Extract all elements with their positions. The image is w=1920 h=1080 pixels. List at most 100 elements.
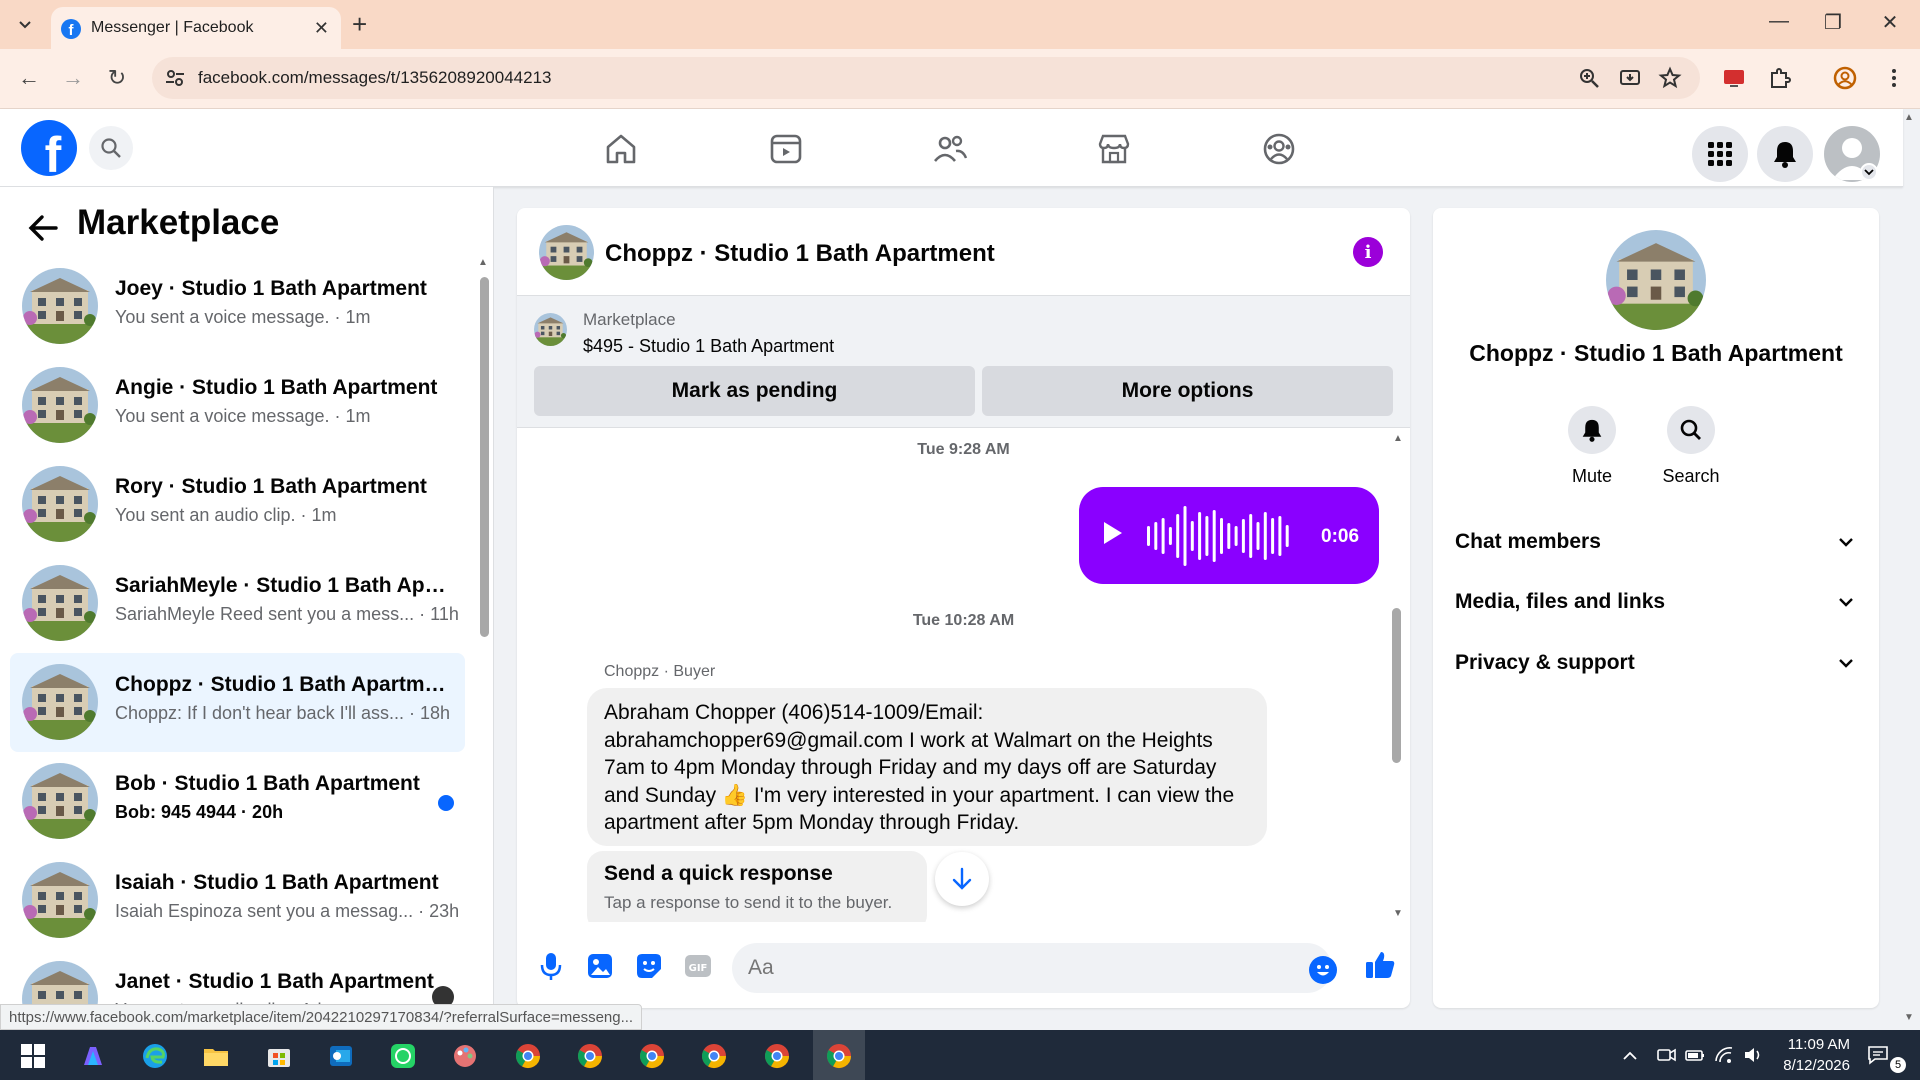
- sidebar-scroll-up-icon[interactable]: ▲: [478, 257, 488, 268]
- chrome-active-icon[interactable]: [824, 1041, 854, 1071]
- back-arrow-icon[interactable]: [26, 211, 60, 245]
- zoom-icon[interactable]: [1577, 66, 1601, 90]
- account-chevron-icon[interactable]: [1860, 163, 1878, 181]
- video-nav[interactable]: [762, 125, 810, 173]
- scroll-to-bottom-button[interactable]: [935, 852, 989, 906]
- install-app-icon[interactable]: [1618, 66, 1642, 90]
- windows-start-icon[interactable]: [18, 1041, 48, 1071]
- mute-button[interactable]: Mute: [1547, 406, 1637, 487]
- battery-icon[interactable]: [1684, 1044, 1706, 1066]
- incoming-message-bubble[interactable]: Abraham Chopper (406)514-1009/Email: abr…: [587, 688, 1267, 846]
- browser-menu-icon[interactable]: [1880, 64, 1908, 92]
- sidebar-scrollbar[interactable]: [480, 277, 489, 637]
- gif-icon[interactable]: GIF: [682, 950, 714, 982]
- wifi-icon[interactable]: [1713, 1044, 1735, 1066]
- address-bar[interactable]: facebook.com/messages/t/1356208920044213: [152, 57, 1700, 99]
- window-close-icon[interactable]: ✕: [1875, 10, 1905, 35]
- message-timestamp: Tue 9:28 AM: [917, 441, 1010, 458]
- more-options-button[interactable]: More options: [982, 366, 1393, 416]
- meet-now-icon[interactable]: [1655, 1044, 1677, 1066]
- menu-button[interactable]: [1692, 126, 1748, 182]
- tray-chevron-up-icon[interactable]: [1620, 1046, 1640, 1066]
- microphone-icon[interactable]: [535, 950, 567, 982]
- browser-tab[interactable]: f Messenger | Facebook ✕: [51, 7, 341, 49]
- conversation-preview: Choppz: If I don't hear back I'll ass...…: [115, 703, 451, 723]
- home-nav[interactable]: [597, 125, 645, 173]
- forward-icon[interactable]: →: [58, 63, 88, 93]
- like-thumbs-up-icon[interactable]: [1363, 948, 1397, 982]
- reload-icon[interactable]: ↻: [102, 63, 132, 93]
- message-input[interactable]: [732, 943, 1332, 993]
- profile-icon[interactable]: [1831, 64, 1859, 92]
- page-scroll-down-icon[interactable]: ▼: [1904, 1012, 1914, 1023]
- file-explorer-icon[interactable]: [201, 1041, 231, 1071]
- conversation-info-icon[interactable]: i: [1353, 237, 1383, 267]
- minimize-icon[interactable]: —: [1764, 10, 1794, 33]
- listing-thumbnail[interactable]: [534, 313, 567, 346]
- extensions-puzzle-icon[interactable]: [1766, 64, 1794, 92]
- notification-center-icon[interactable]: [1866, 1043, 1890, 1067]
- conversation-item[interactable]: Angie · Studio 1 Bath Apartment You sent …: [10, 356, 465, 455]
- chat-scrollbar[interactable]: [1392, 608, 1401, 763]
- chrome-profile-icon[interactable]: [637, 1041, 667, 1071]
- privacy-support-section[interactable]: Privacy & support: [1433, 636, 1879, 692]
- clock-time[interactable]: 11:09 AM: [1770, 1036, 1850, 1053]
- back-icon[interactable]: ←: [14, 63, 44, 93]
- emoji-icon[interactable]: [1309, 956, 1337, 984]
- conversation-item[interactable]: Rory · Studio 1 Bath Apartment You sent a…: [10, 455, 465, 554]
- tab-close-icon[interactable]: ✕: [314, 18, 329, 39]
- listing-title[interactable]: $495 - Studio 1 Bath Apartment: [583, 336, 834, 357]
- groups-nav[interactable]: [1255, 125, 1303, 173]
- listing-source: Marketplace: [583, 310, 676, 329]
- search-button[interactable]: [89, 126, 133, 170]
- chat-scroll-up-icon[interactable]: ▲: [1393, 433, 1403, 444]
- waveform-bar: [1205, 516, 1209, 556]
- mark-as-pending-button[interactable]: Mark as pending: [534, 366, 975, 416]
- outlook-icon[interactable]: [326, 1041, 356, 1071]
- edge-icon[interactable]: [140, 1041, 170, 1071]
- chat-avatar[interactable]: [539, 225, 594, 280]
- conversation-item[interactable]: Bob · Studio 1 Bath Apartment Bob: 945 49…: [10, 752, 465, 851]
- extension-screen-icon[interactable]: [1720, 64, 1748, 92]
- search-conversation-button[interactable]: Search: [1646, 406, 1736, 487]
- chat-members-section[interactable]: Chat members: [1433, 515, 1879, 571]
- copilot-icon[interactable]: [78, 1041, 108, 1071]
- quick-response-card[interactable]: Send a quick response Tap a response to …: [587, 851, 927, 922]
- new-tab-button[interactable]: +: [352, 10, 367, 38]
- conversation-item[interactable]: Choppz · Studio 1 Bath Apartment Choppz: …: [10, 653, 465, 752]
- notifications-button[interactable]: [1757, 126, 1813, 182]
- conversation-preview: Bob: 945 4944 · 20h: [115, 802, 284, 822]
- play-icon[interactable]: [1104, 522, 1122, 544]
- tab-search-button[interactable]: [12, 12, 38, 38]
- microsoft-store-icon[interactable]: [264, 1041, 294, 1071]
- page-scroll-up-icon[interactable]: ▲: [1904, 112, 1914, 123]
- whatsapp-icon[interactable]: [388, 1041, 418, 1071]
- restore-icon[interactable]: ❐: [1818, 10, 1848, 35]
- chrome-icon[interactable]: [513, 1041, 543, 1071]
- media-files-links-section[interactable]: Media, files and links: [1433, 575, 1879, 631]
- conversation-name: Bob · Studio 1 Bath Apartment: [115, 772, 420, 795]
- chrome-profile-icon[interactable]: [699, 1041, 729, 1071]
- facebook-logo-icon[interactable]: f: [21, 120, 77, 176]
- message-thread: Tue 9:28 AM 0:06 Tue 10:28 AM Choppz · B…: [517, 428, 1410, 922]
- conversation-item[interactable]: Joey · Studio 1 Bath Apartment You sent a…: [10, 257, 465, 356]
- voice-message-bubble[interactable]: 0:06: [1079, 487, 1379, 584]
- bell-icon: [1774, 142, 1796, 168]
- chat-scroll-down-icon[interactable]: ▼: [1393, 908, 1403, 919]
- info-avatar[interactable]: [1606, 230, 1706, 330]
- photo-icon[interactable]: [584, 950, 616, 982]
- url-text[interactable]: facebook.com/messages/t/1356208920044213: [198, 68, 551, 88]
- marketplace-nav[interactable]: [1090, 125, 1138, 173]
- chat-title[interactable]: Choppz · Studio 1 Bath Apartment: [605, 240, 995, 268]
- conversation-item[interactable]: SariahMeyle · Studio 1 Bath Apar... Saria…: [10, 554, 465, 653]
- site-settings-icon[interactable]: [164, 67, 186, 89]
- chrome-profile-icon[interactable]: [762, 1041, 792, 1071]
- sticker-icon[interactable]: [633, 950, 665, 982]
- clock-date[interactable]: 8/12/2026: [1760, 1057, 1850, 1074]
- paint-icon[interactable]: [450, 1041, 480, 1071]
- friends-nav[interactable]: [926, 125, 974, 173]
- chevron-down-icon: [1839, 659, 1853, 668]
- bookmark-star-icon[interactable]: [1658, 66, 1682, 90]
- chrome-profile-icon[interactable]: [575, 1041, 605, 1071]
- conversation-item[interactable]: Isaiah · Studio 1 Bath Apartment Isaiah E…: [10, 851, 465, 950]
